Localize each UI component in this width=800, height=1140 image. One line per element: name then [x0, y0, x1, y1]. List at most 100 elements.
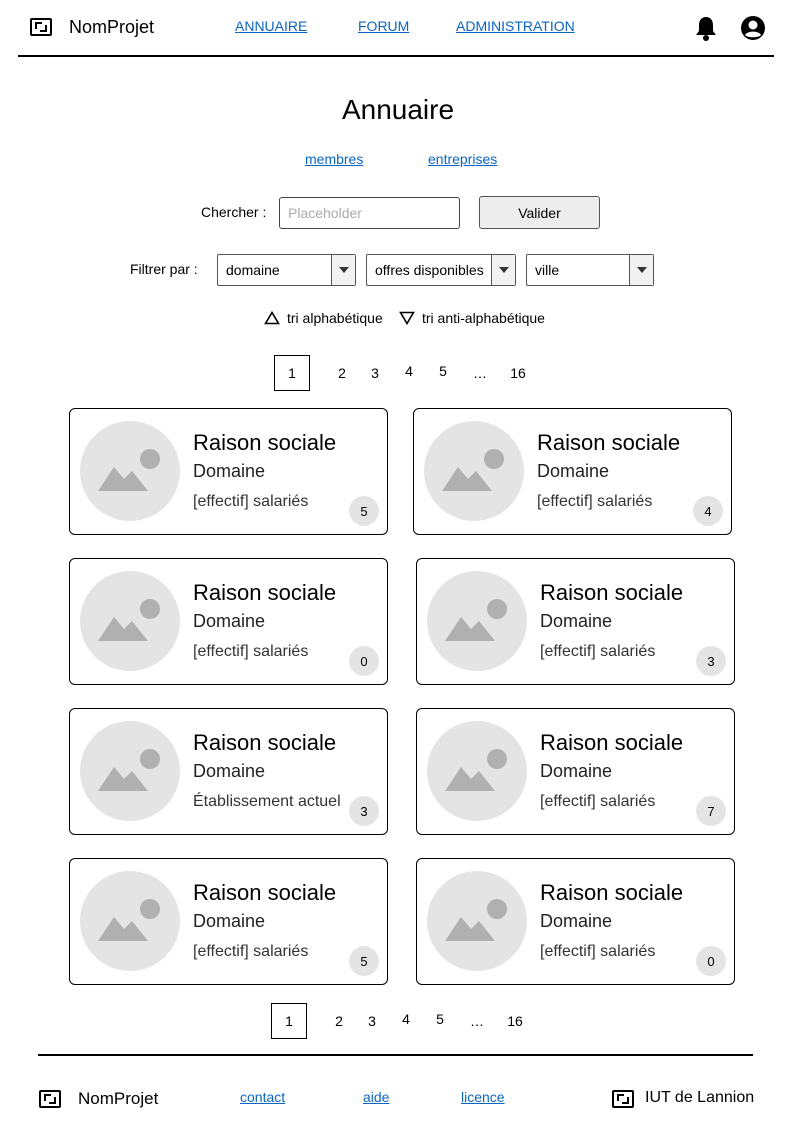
company-card[interactable]: Raison sociale Domaine [effectif] salari…	[69, 558, 388, 685]
page-link[interactable]: 5	[432, 1001, 448, 1037]
footer-link-contact[interactable]: contact	[240, 1089, 285, 1105]
page-ellipsis: …	[473, 365, 487, 381]
user-circle-icon[interactable]	[740, 15, 766, 41]
page-ellipsis: …	[470, 1013, 484, 1029]
tab-membres[interactable]: membres	[305, 151, 363, 167]
pagination-top: 1 2 3 4 5 … 16	[274, 355, 544, 391]
page-link[interactable]: 16	[505, 1003, 525, 1039]
card-title: Raison sociale	[540, 880, 684, 905]
filter-domaine-select[interactable]: domaine	[217, 254, 356, 286]
card-domaine: Domaine	[193, 461, 266, 481]
app-name: NomProjet	[69, 17, 155, 37]
image-placeholder-icon	[427, 871, 527, 971]
card-title: Raison sociale	[193, 730, 337, 755]
image-placeholder-icon	[427, 571, 527, 671]
card-info: [effectif] salariés	[540, 943, 656, 960]
sort-asc-label: tri alphabétique	[287, 310, 383, 326]
company-card[interactable]: Raison sociale Domaine [effectif] salari…	[416, 858, 735, 985]
search-input[interactable]	[279, 197, 460, 229]
page-link[interactable]: 1	[271, 1003, 307, 1039]
header-divider	[18, 55, 774, 57]
card-info: Établissement actuel	[193, 793, 341, 810]
nav-administration[interactable]: ADMINISTRATION	[456, 18, 575, 34]
footer-link-licence[interactable]: licence	[461, 1089, 505, 1105]
page-link[interactable]: 16	[508, 355, 528, 391]
count-badge: 5	[349, 496, 379, 526]
chevron-down-icon	[629, 255, 653, 285]
image-placeholder-icon	[80, 421, 180, 521]
page-link[interactable]: 2	[331, 1003, 347, 1039]
submit-button[interactable]: Valider	[479, 196, 600, 229]
sort-desc-toggle[interactable]: tri anti-alphabétique	[399, 310, 545, 326]
select-value: offres disponibles	[375, 262, 484, 278]
card-domaine: Domaine	[537, 461, 610, 481]
card-domaine: Domaine	[193, 611, 266, 631]
footer-link-aide[interactable]: aide	[363, 1089, 389, 1105]
chevron-down-icon	[491, 255, 515, 285]
bell-icon[interactable]	[694, 15, 718, 41]
card-title: Raison sociale	[193, 430, 337, 455]
company-card[interactable]: Raison sociale Domaine [effectif] salari…	[69, 408, 388, 535]
company-card[interactable]: Raison sociale Domaine [effectif] salari…	[69, 858, 388, 985]
card-title: Raison sociale	[193, 580, 337, 605]
search-label: Chercher :	[201, 204, 267, 220]
nav-forum[interactable]: FORUM	[358, 18, 409, 34]
company-card[interactable]: Raison sociale Domaine [effectif] salari…	[413, 408, 732, 535]
page-link[interactable]: 5	[435, 353, 451, 389]
card-title: Raison sociale	[540, 580, 684, 605]
count-badge: 3	[696, 646, 726, 676]
image-placeholder-icon	[80, 571, 180, 671]
page-link[interactable]: 2	[334, 355, 350, 391]
count-badge: 0	[349, 646, 379, 676]
count-badge: 7	[696, 796, 726, 826]
count-badge: 4	[693, 496, 723, 526]
tab-entreprises[interactable]: entreprises	[428, 151, 497, 167]
triangle-up-icon	[264, 311, 280, 325]
page-link[interactable]: 1	[274, 355, 310, 391]
filter-offres-select[interactable]: offres disponibles	[366, 254, 516, 286]
triangle-down-icon	[399, 311, 415, 325]
card-info: [effectif] salariés	[540, 793, 656, 810]
page-link[interactable]: 4	[398, 1001, 414, 1037]
image-placeholder-icon	[427, 721, 527, 821]
sort-asc-toggle[interactable]: tri alphabétique	[264, 310, 383, 326]
image-placeholder-icon	[80, 721, 180, 821]
filter-label: Filtrer par :	[130, 261, 198, 277]
count-badge: 3	[349, 796, 379, 826]
pagination-bottom: 1 2 3 4 5 … 16	[271, 1003, 541, 1039]
card-title: Raison sociale	[537, 430, 681, 455]
nav-annuaire[interactable]: ANNUAIRE	[235, 18, 307, 34]
page-link[interactable]: 3	[364, 1003, 380, 1039]
card-info: [effectif] salariés	[193, 493, 309, 510]
filter-ville-select[interactable]: ville	[526, 254, 654, 286]
footer-institution: IUT de Lannion	[645, 1089, 755, 1106]
card-domaine: Domaine	[193, 911, 266, 931]
select-value: domaine	[226, 262, 280, 278]
image-placeholder-icon	[424, 421, 524, 521]
count-badge: 0	[696, 946, 726, 976]
card-title: Raison sociale	[193, 880, 337, 905]
card-info: [effectif] salariés	[193, 643, 309, 660]
chevron-down-icon	[331, 255, 355, 285]
card-domaine: Domaine	[540, 611, 613, 631]
logo-icon	[612, 1090, 634, 1108]
page-link[interactable]: 3	[367, 355, 383, 391]
select-value: ville	[535, 262, 560, 278]
logo-icon	[39, 1090, 61, 1108]
image-placeholder-icon	[80, 871, 180, 971]
card-domaine: Domaine	[540, 911, 613, 931]
sort-desc-label: tri anti-alphabétique	[422, 310, 545, 326]
card-title: Raison sociale	[540, 730, 684, 755]
card-domaine: Domaine	[193, 761, 266, 781]
page-link[interactable]: 4	[401, 353, 417, 389]
count-badge: 5	[349, 946, 379, 976]
footer-app-name: NomProjet	[78, 1089, 159, 1108]
footer-divider	[38, 1054, 753, 1056]
company-card[interactable]: Raison sociale Domaine [effectif] salari…	[416, 558, 735, 685]
company-card[interactable]: Raison sociale Domaine [effectif] salari…	[416, 708, 735, 835]
card-domaine: Domaine	[540, 761, 613, 781]
card-info: [effectif] salariés	[193, 943, 309, 960]
company-card[interactable]: Raison sociale Domaine Établissement act…	[69, 708, 388, 835]
card-info: [effectif] salariés	[537, 493, 653, 510]
page-title: Annuaire	[341, 94, 455, 125]
